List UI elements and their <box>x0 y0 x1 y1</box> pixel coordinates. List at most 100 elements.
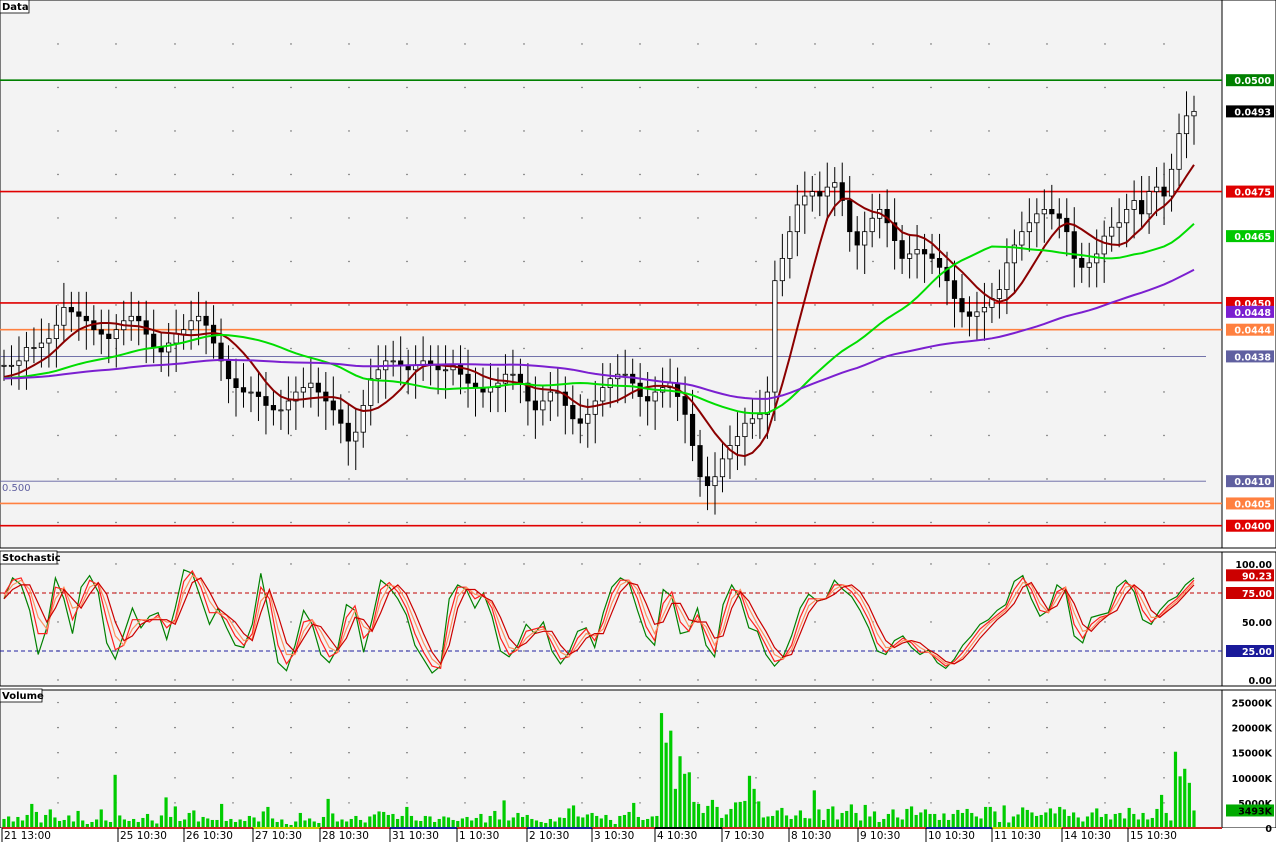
volume-bar[interactable] <box>724 814 728 828</box>
candle-body[interactable] <box>869 217 875 233</box>
volume-bar[interactable] <box>210 819 214 828</box>
candle-body[interactable] <box>338 409 344 424</box>
volume-bar[interactable] <box>761 817 765 828</box>
volume-bar[interactable] <box>803 817 807 828</box>
volume-bar[interactable] <box>530 818 534 828</box>
volume-bar[interactable] <box>1011 816 1016 828</box>
candle-body[interactable] <box>345 422 351 442</box>
volume-bar[interactable] <box>618 815 622 828</box>
volume-bar[interactable] <box>368 816 372 828</box>
candle-body[interactable] <box>1086 262 1092 268</box>
volume-bar[interactable] <box>747 775 752 828</box>
volume-bar[interactable] <box>771 815 775 828</box>
volume-bar[interactable] <box>446 817 451 828</box>
candle-body[interactable] <box>540 400 546 411</box>
volume-bar[interactable] <box>1132 813 1136 828</box>
candle-body[interactable] <box>1004 262 1010 290</box>
volume-bar[interactable] <box>854 812 858 828</box>
volume-bar[interactable] <box>118 815 122 828</box>
volume-bar[interactable] <box>95 819 99 828</box>
volume-bar[interactable] <box>266 806 270 828</box>
candle-body[interactable] <box>128 315 134 322</box>
volume-bar[interactable] <box>349 818 353 828</box>
volume-bar[interactable] <box>76 810 80 828</box>
volume-bar[interactable] <box>470 820 474 828</box>
candle-body[interactable] <box>263 396 269 406</box>
volume-bar[interactable] <box>868 816 872 828</box>
candle-body[interactable] <box>1034 213 1040 224</box>
volume-bar[interactable] <box>1109 819 1113 828</box>
candle-body[interactable] <box>1116 222 1122 228</box>
volume-bar[interactable] <box>20 820 25 828</box>
candle-body[interactable] <box>98 329 104 335</box>
volume-bar[interactable] <box>1118 812 1122 828</box>
volume-bar[interactable] <box>206 818 210 828</box>
volume-bar[interactable] <box>775 810 779 828</box>
volume-bar[interactable] <box>859 820 863 828</box>
volume-bar[interactable] <box>1192 810 1196 828</box>
volume-bar[interactable] <box>456 820 460 828</box>
candle-body[interactable] <box>742 422 748 438</box>
volume-bar[interactable] <box>178 820 182 828</box>
volume-bar[interactable] <box>229 818 233 828</box>
candle-body[interactable] <box>1191 110 1197 117</box>
volume-bar[interactable] <box>488 815 492 828</box>
volume-bar[interactable] <box>659 713 664 828</box>
volume-bar[interactable] <box>733 802 738 828</box>
volume-bar[interactable] <box>1048 808 1053 828</box>
candle-body[interactable] <box>1049 208 1055 215</box>
volume-bar[interactable] <box>882 818 886 828</box>
volume-bar[interactable] <box>738 801 742 828</box>
volume-bar[interactable] <box>757 801 761 828</box>
volume-bar[interactable] <box>1169 820 1173 828</box>
volume-bar[interactable] <box>30 803 34 828</box>
volume-bar[interactable] <box>1044 812 1048 828</box>
volume-bar[interactable] <box>192 810 196 828</box>
volume-bar[interactable] <box>632 802 636 828</box>
volume-bar[interactable] <box>720 817 724 828</box>
volume-bar[interactable] <box>1090 812 1094 828</box>
candle-body[interactable] <box>682 396 688 415</box>
volume-bar[interactable] <box>798 810 803 828</box>
volume-bar[interactable] <box>386 814 390 828</box>
candle-body[interactable] <box>8 364 15 367</box>
volume-bar[interactable] <box>132 818 136 828</box>
volume-bar[interactable] <box>914 814 918 828</box>
volume-bar[interactable] <box>928 813 932 828</box>
volume-bar[interactable] <box>715 806 719 828</box>
candle-body[interactable] <box>802 195 808 206</box>
volume-bar[interactable] <box>687 772 691 828</box>
candle-body[interactable] <box>847 200 853 233</box>
volume-bar[interactable] <box>442 816 446 828</box>
volume-bar[interactable] <box>57 820 62 828</box>
volume-bar[interactable] <box>896 817 900 828</box>
candle-body[interactable] <box>645 396 651 402</box>
volume-bar[interactable] <box>863 804 867 828</box>
candle-body[interactable] <box>53 324 59 340</box>
volume-bar[interactable] <box>141 817 145 828</box>
candle-body[interactable] <box>809 191 815 197</box>
volume-bar[interactable] <box>701 812 705 828</box>
candle-body[interactable] <box>203 315 209 326</box>
candle-body[interactable] <box>996 289 1003 299</box>
candle-body[interactable] <box>300 387 306 393</box>
candle-body[interactable] <box>106 333 112 340</box>
volume-bar[interactable] <box>474 817 478 828</box>
volume-bar[interactable] <box>780 807 784 828</box>
candle-body[interactable] <box>61 307 67 326</box>
volume-bar[interactable] <box>590 812 594 828</box>
volume-bar[interactable] <box>44 814 48 828</box>
volume-bar[interactable] <box>382 811 386 828</box>
candle-body[interactable] <box>862 231 868 246</box>
volume-bar[interactable] <box>507 820 511 828</box>
volume-bar[interactable] <box>743 800 747 828</box>
candle-body[interactable] <box>899 240 905 259</box>
volume-bar[interactable] <box>1099 816 1103 828</box>
volume-bar[interactable] <box>905 808 909 828</box>
volume-bar[interactable] <box>946 819 951 828</box>
candle-body[interactable] <box>1131 200 1137 210</box>
volume-bar[interactable] <box>525 814 529 828</box>
candle-body[interactable] <box>173 333 179 344</box>
candle-body[interactable] <box>622 373 628 376</box>
candle-body[interactable] <box>83 315 89 322</box>
